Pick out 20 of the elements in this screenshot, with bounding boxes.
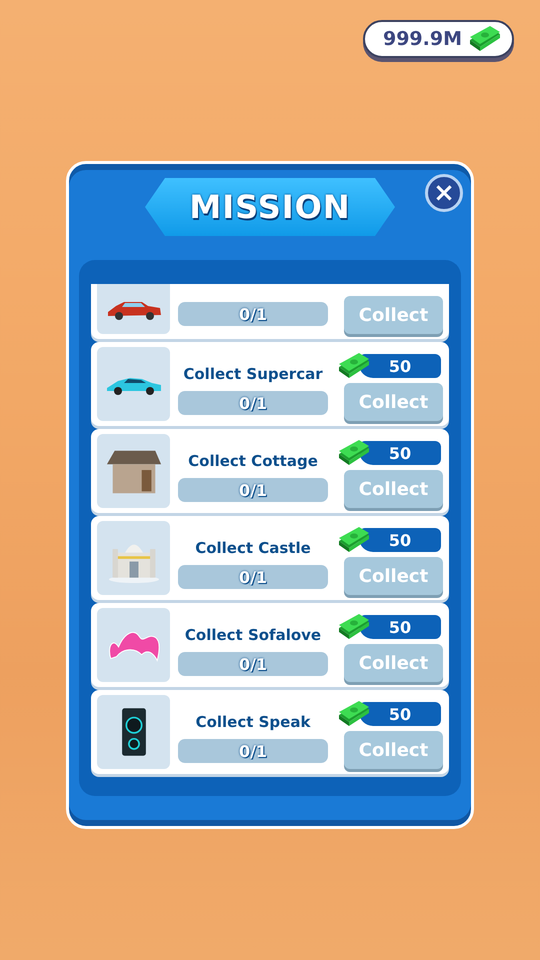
progress-count: 0/1 [238,742,268,760]
progress-count: 0/1 [238,654,268,674]
close-button[interactable]: × [425,174,463,212]
reward-amount: 50 [359,528,441,552]
progress-count: 0/1 [238,304,268,324]
reward-amount: 50 [359,615,441,639]
mission-title: Collect Sofalove [184,626,322,644]
cash-stack-icon [468,26,502,52]
reward-amount: 50 [359,702,441,726]
progress-count: 0/1 [238,394,268,412]
dialog-title: MISSION [189,188,351,226]
mission-title: Collect Speak [194,713,312,731]
mission-title: Collect Castle [194,539,312,557]
mission-title: Collect Cottage [187,452,319,470]
mission-title: Collect Supercar [182,365,324,383]
reward-amount: 50 [359,354,441,378]
balance-amount: 999.9M [382,28,462,50]
progress-count: 0/1 [238,480,268,500]
reward-amount: 50 [359,441,441,465]
progress-count: 0/1 [238,568,268,586]
